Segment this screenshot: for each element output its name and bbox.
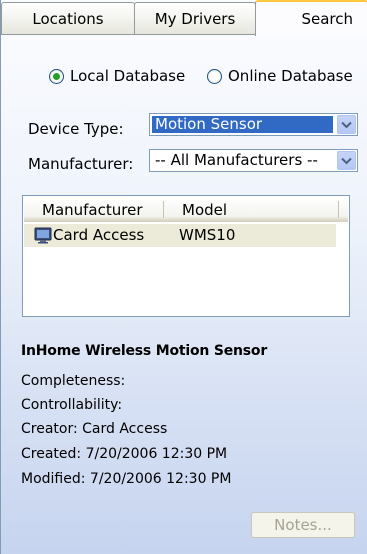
creator-text: Creator: Card Access xyxy=(21,421,168,437)
tab-search-label: Search xyxy=(301,10,353,28)
created-text: Created: 7/20/2006 12:30 PM xyxy=(21,446,228,462)
modified-text: Modified: 7/20/2006 12:30 PM xyxy=(21,471,232,487)
manufacturer-dropdown-button[interactable] xyxy=(337,151,356,170)
monitor-icon xyxy=(34,227,52,244)
column-divider[interactable] xyxy=(338,201,339,218)
tab-underline xyxy=(1,34,255,35)
row-manufacturer: Card Access xyxy=(53,226,145,244)
chevron-down-icon xyxy=(341,121,352,128)
tab-locations[interactable]: Locations xyxy=(1,2,135,34)
row-model: WMS10 xyxy=(179,226,236,244)
results-list[interactable]: Manufacturer Model Card Access WMS10 xyxy=(22,195,350,317)
local-database-radio[interactable]: Local Database xyxy=(49,66,185,86)
manufacturer-select[interactable]: -- All Manufacturers -- xyxy=(149,149,358,172)
search-panel: Locations My Drivers Search Local Databa… xyxy=(0,0,367,554)
device-name-heading: InHome Wireless Motion Sensor xyxy=(21,343,268,359)
device-type-label: Device Type: xyxy=(28,120,124,138)
online-database-radio[interactable]: Online Database xyxy=(207,66,353,86)
tab-strip: Locations My Drivers Search xyxy=(1,0,367,36)
device-type-dropdown-button[interactable] xyxy=(337,115,356,134)
manufacturer-label: Manufacturer: xyxy=(28,155,134,173)
online-database-label: Online Database xyxy=(228,67,353,85)
manufacturer-value: -- All Manufacturers -- xyxy=(155,152,318,169)
device-type-select[interactable]: Motion Sensor xyxy=(149,113,358,136)
device-type-value: Motion Sensor xyxy=(152,116,333,133)
list-header: Manufacturer Model xyxy=(24,198,348,222)
column-header-manufacturer[interactable]: Manufacturer xyxy=(24,198,164,222)
chevron-down-icon xyxy=(341,157,352,164)
radio-checked-icon[interactable] xyxy=(49,68,64,84)
local-database-label: Local Database xyxy=(70,67,186,85)
tab-my-drivers-label: My Drivers xyxy=(154,9,236,28)
column-header-model[interactable]: Model xyxy=(164,198,340,222)
table-row[interactable]: Card Access WMS10 xyxy=(24,224,336,247)
radio-unchecked-icon[interactable] xyxy=(207,68,222,84)
completeness-text: Completeness: xyxy=(21,373,126,389)
tab-my-drivers[interactable]: My Drivers xyxy=(134,2,256,34)
tab-locations-label: Locations xyxy=(32,9,104,28)
notes-button[interactable]: Notes... xyxy=(251,512,355,538)
controllability-text: Controllability: xyxy=(21,397,123,413)
tab-search[interactable]: Search xyxy=(255,0,367,36)
